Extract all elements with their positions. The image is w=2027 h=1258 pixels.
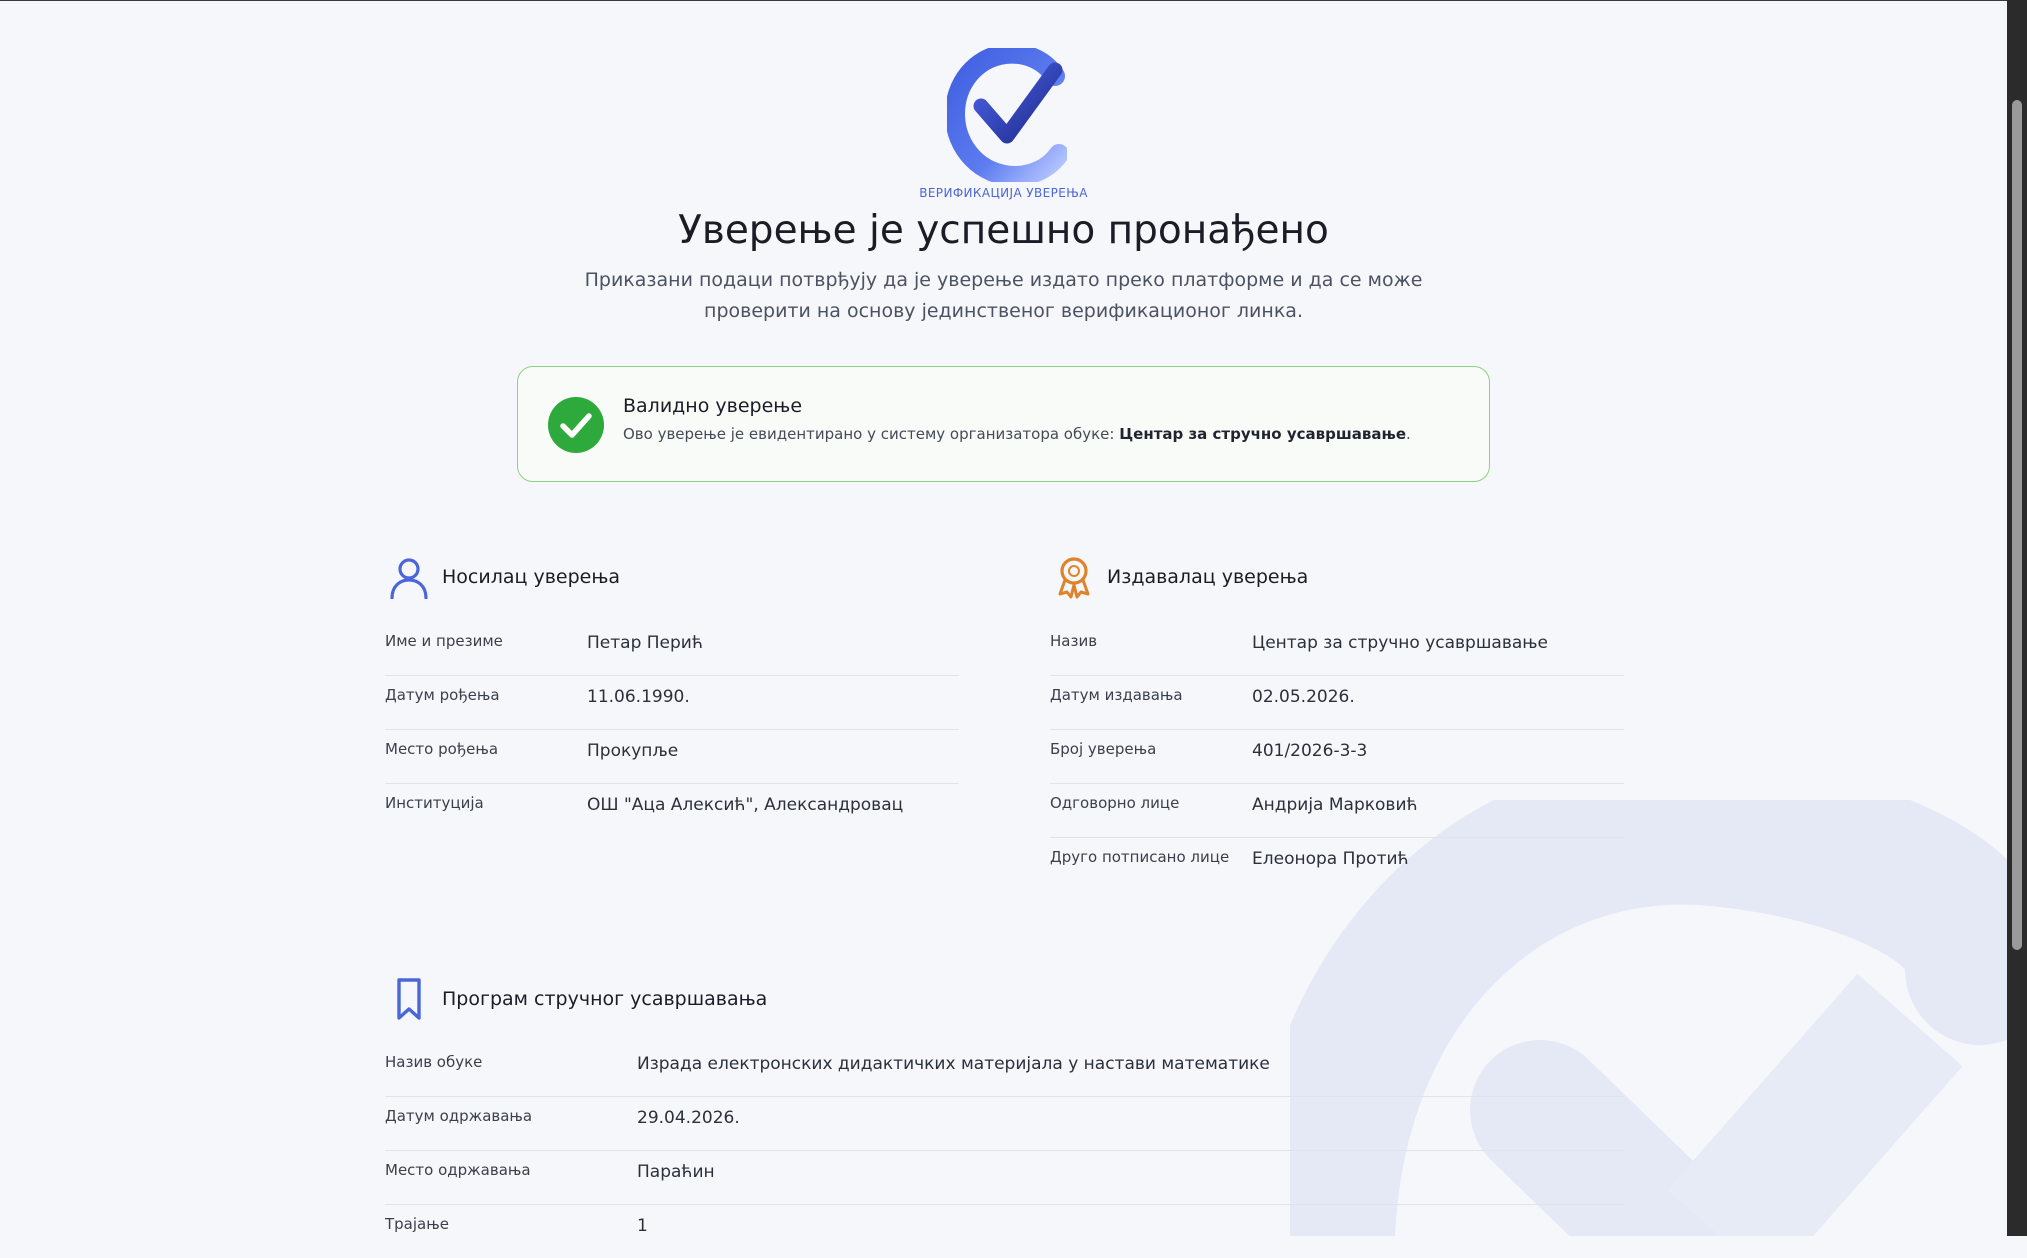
scrollbar-thumb[interactable]	[2012, 100, 2022, 950]
issuer-row-second-signatory: Друго потписано лице Елеонора Протић	[1050, 838, 1624, 891]
valid-status-title: Валидно уверење	[623, 395, 803, 417]
row-label: Трајање	[385, 1215, 449, 1233]
page-title: Уверење је успешно пронађено	[678, 208, 1329, 253]
row-value: Прокупље	[587, 741, 679, 761]
holder-details: Име и презиме Петар Перић Датум рођења 11.…	[385, 622, 959, 837]
window-top-border	[0, 0, 2007, 1]
row-value: ОШ "Аца Алексић", Александровац	[587, 795, 904, 815]
verification-logo-icon	[947, 48, 1067, 182]
program-section-title: Програм стручног усавршавања	[442, 988, 768, 1010]
issuer-row-name: Назив Центар за стручно усавршавање	[1050, 622, 1624, 676]
valid-status-suffix: .	[1406, 425, 1411, 443]
row-value: Центар за стручно усавршавање	[1252, 633, 1548, 653]
issuer-row-responsible-person: Одговорно лице Андрија Марковић	[1050, 784, 1624, 838]
valid-status-card: Валидно уверење Ово уверење је евидентир…	[517, 366, 1490, 482]
holder-section-header: Носилац уверења	[385, 553, 620, 601]
row-value: 401/2026-3-3	[1252, 741, 1368, 761]
logo-caption: ВЕРИФИКАЦИЈА УВЕРЕЊА	[919, 186, 1088, 200]
row-value: 11.06.1990.	[587, 687, 690, 707]
organizer-name: Центар за стручно усавршавање	[1119, 425, 1407, 443]
issuer-row-issue-date: Датум издавања 02.05.2026.	[1050, 676, 1624, 730]
row-value: Израда електронских дидактичких материја…	[637, 1054, 1270, 1074]
page-subtitle: Приказани подаци потврђују да је уверење…	[584, 269, 1423, 322]
holder-row-birthplace: Место рођења Прокупље	[385, 730, 959, 784]
user-icon	[385, 553, 433, 601]
valid-status-prefix: Ово уверење је евидентирано у систему ор…	[623, 425, 1120, 443]
check-circle-icon	[548, 397, 604, 453]
issuer-row-certificate-number: Број уверења 401/2026-3-3	[1050, 730, 1624, 784]
award-icon	[1050, 553, 1098, 601]
issuer-section-header: Издавалац уверења	[1050, 553, 1308, 601]
program-row-date: Датум одржавања 29.04.2026.	[385, 1097, 1624, 1151]
row-value: Петар Перић	[587, 633, 703, 653]
row-label: Назив обуке	[385, 1053, 483, 1071]
row-label: Име и презиме	[385, 632, 503, 650]
program-details: Назив обуке Израда електронских дидактичк…	[385, 1043, 1624, 1258]
row-label: Друго потписано лице	[1050, 848, 1230, 866]
program-row-training-name: Назив обуке Израда електронских дидактичк…	[385, 1043, 1624, 1097]
issuer-details: Назив Центар за стручно усавршавање Датум…	[1050, 622, 1624, 891]
row-label: Одговорно лице	[1050, 794, 1180, 812]
row-label: Назив	[1050, 632, 1098, 650]
holder-section-title: Носилац уверења	[442, 566, 621, 588]
row-label: Број уверења	[1050, 740, 1157, 758]
row-value: 02.05.2026.	[1252, 687, 1355, 707]
row-label: Институција	[385, 794, 484, 812]
valid-status-text: Ово уверење је евидентирано у систему ор…	[623, 425, 1411, 443]
row-label: Датум рођења	[385, 686, 500, 704]
row-label: Датум одржавања	[385, 1107, 533, 1125]
row-label: Место одржавања	[385, 1161, 531, 1179]
issuer-section-title: Издавалац уверења	[1107, 566, 1309, 588]
program-row-place: Место одржавања Параћин	[385, 1151, 1624, 1205]
program-section-header: Програм стручног усавршавања	[385, 975, 767, 1023]
program-row-duration: Трајање 1	[385, 1205, 1624, 1258]
row-label: Датум издавања	[1050, 686, 1183, 704]
bookmark-icon	[385, 975, 433, 1023]
row-value: Андрија Марковић	[1252, 795, 1418, 815]
page-scrollbar[interactable]	[2007, 0, 2027, 1236]
row-label: Место рођења	[385, 740, 499, 758]
row-value: 1	[637, 1216, 648, 1236]
holder-row-birthdate: Датум рођења 11.06.1990.	[385, 676, 959, 730]
row-value: Параћин	[637, 1162, 715, 1182]
row-value: 29.04.2026.	[637, 1108, 740, 1128]
holder-row-name: Име и презиме Петар Перић	[385, 622, 959, 676]
holder-row-institution: Институција ОШ "Аца Алексић", Александров…	[385, 784, 959, 837]
row-value: Елеонора Протић	[1252, 849, 1409, 869]
